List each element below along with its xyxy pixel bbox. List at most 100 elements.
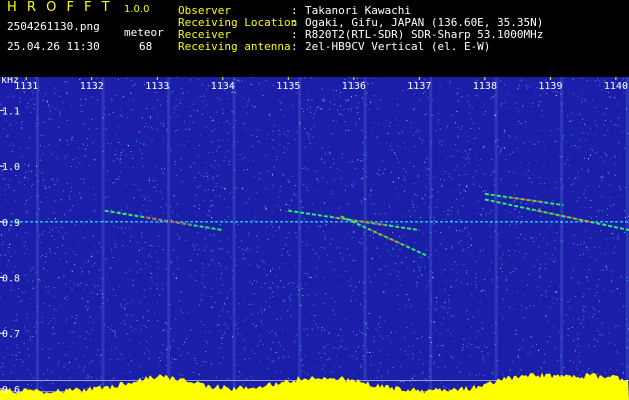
noise-speck — [500, 178, 502, 180]
noise-speck — [30, 336, 32, 338]
noise-speck — [317, 181, 319, 182]
noise-speck — [571, 119, 573, 121]
noise-speck — [114, 182, 116, 184]
noise-speck — [586, 80, 588, 82]
noise-speck — [52, 178, 54, 180]
noise-speck — [387, 239, 388, 241]
noise-speck — [618, 196, 620, 198]
noise-speck — [8, 186, 10, 188]
noise-speck — [272, 130, 274, 132]
noise-speck — [32, 353, 34, 355]
noise-speck — [316, 106, 318, 108]
noise-speck — [224, 219, 226, 221]
noise-speck — [275, 274, 277, 276]
noise-speck — [66, 368, 68, 370]
noise-speck — [28, 165, 30, 167]
noise-speck — [475, 346, 477, 348]
noise-speck — [504, 84, 505, 86]
noise-speck — [425, 202, 426, 204]
noise-speck — [354, 168, 356, 170]
noise-speck — [250, 77, 252, 78]
noise-speck — [455, 110, 457, 112]
noise-speck — [14, 266, 16, 268]
noise-speck — [404, 337, 406, 339]
noise-speck — [76, 167, 78, 169]
antenna-colon: : — [291, 40, 298, 53]
noise-speck — [558, 331, 560, 332]
noise-speck — [535, 159, 537, 161]
noise-speck — [91, 253, 92, 255]
noise-speck — [10, 372, 12, 374]
noise-speck — [502, 298, 504, 300]
noise-speck — [487, 353, 489, 355]
noise-speck — [17, 296, 19, 298]
noise-speck — [336, 247, 338, 249]
noise-speck — [463, 249, 465, 251]
noise-speck — [325, 224, 327, 226]
noise-speck — [194, 177, 196, 179]
noise-speck — [130, 151, 132, 153]
noise-speck — [392, 231, 394, 233]
noise-speck — [426, 174, 428, 176]
noise-speck — [482, 355, 484, 357]
noise-speck — [527, 353, 529, 355]
noise-speck — [8, 145, 10, 147]
y-tick-label: 0.6 — [2, 385, 20, 396]
noise-speck — [278, 357, 280, 359]
noise-speck — [583, 242, 585, 244]
noise-speck — [614, 326, 616, 327]
noise-speck — [296, 334, 298, 336]
noise-speck — [157, 235, 159, 237]
noise-speck — [157, 99, 159, 101]
noise-speck — [48, 348, 50, 350]
noise-speck — [257, 129, 259, 131]
noise-speck — [528, 273, 530, 275]
noise-speck — [97, 285, 99, 287]
noise-speck — [413, 270, 415, 272]
noise-speck — [333, 347, 335, 349]
noise-speck — [295, 232, 297, 234]
noise-speck — [425, 378, 427, 380]
noise-speck — [71, 139, 73, 141]
noise-speck — [79, 162, 81, 164]
noise-speck — [205, 331, 206, 333]
noise-speck — [605, 238, 607, 240]
noise-speck — [110, 143, 112, 145]
noise-speck — [0, 367, 2, 369]
noise-speck — [278, 196, 280, 198]
noise-speck — [269, 287, 271, 289]
noise-speck — [34, 272, 36, 274]
noise-speck — [95, 199, 97, 201]
noise-speck — [374, 203, 376, 205]
noise-speck — [379, 255, 381, 257]
noise-speck — [355, 95, 357, 97]
noise-speck — [567, 301, 569, 303]
noise-speck — [227, 251, 229, 253]
noise-speck — [148, 196, 150, 198]
noise-speck — [371, 258, 373, 260]
noise-speck — [611, 277, 613, 279]
noise-speck — [435, 249, 437, 251]
noise-speck — [227, 93, 228, 95]
noise-speck — [26, 248, 28, 250]
noise-speck — [272, 174, 273, 176]
noise-speck — [87, 138, 88, 140]
antenna-value: 2el-HB9CV Vertical (el. E-W) — [305, 40, 491, 53]
noise-speck — [322, 99, 324, 101]
noise-speck — [162, 249, 164, 250]
noise-speck — [270, 223, 272, 225]
noise-speck — [414, 242, 416, 244]
noise-speck — [87, 144, 89, 146]
noise-speck — [369, 194, 371, 196]
noise-speck — [180, 310, 182, 312]
noise-speck — [58, 110, 60, 112]
noise-speck — [49, 251, 51, 253]
noise-speck — [521, 305, 522, 307]
noise-speck — [547, 320, 549, 322]
noise-speck — [45, 185, 47, 187]
noise-speck — [199, 204, 200, 206]
noise-speck — [324, 247, 326, 249]
noise-speck — [52, 327, 54, 329]
noise-speck — [113, 160, 115, 162]
noise-speck — [92, 330, 94, 332]
